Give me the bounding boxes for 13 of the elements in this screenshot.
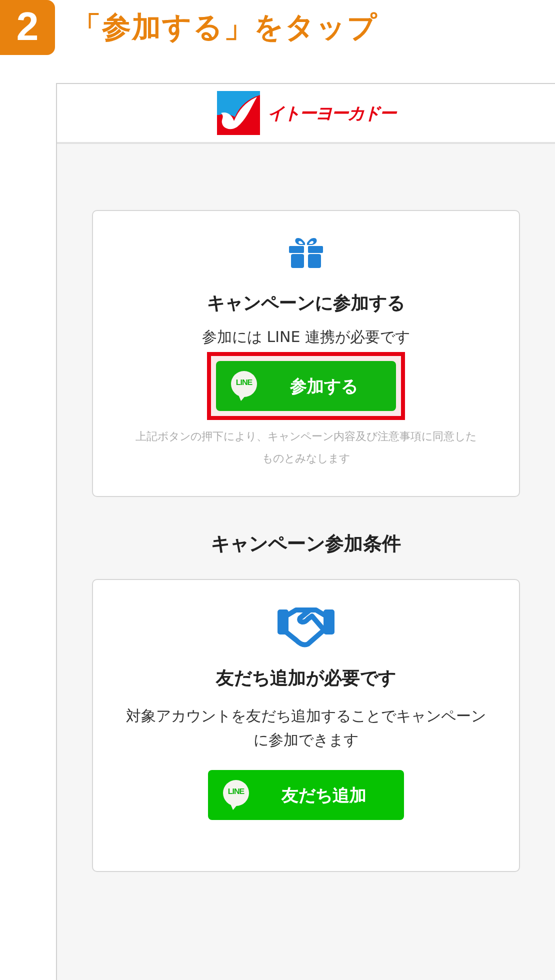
gift-icon	[288, 237, 324, 269]
consent-note: 上記ボタンの押下により、キャンペーン内容及び注意事項に同意したものとみなします	[134, 429, 478, 467]
section-heading: キャンペーン参加条件	[210, 532, 402, 557]
card-title: キャンペーンに参加する	[207, 292, 405, 315]
add-friend-button[interactable]: LINE 友だち追加	[208, 770, 404, 820]
brand-logo-text: イトーヨーカドー	[268, 102, 396, 124]
bird-logo-icon	[216, 91, 260, 135]
card-title: 友だち追加が必要です	[216, 667, 396, 690]
step-number: 2	[0, 0, 55, 55]
join-button[interactable]: LINE 参加する	[216, 361, 396, 411]
card-text: 対象アカウントを友だち追加することでキャンペーンに参加できます	[125, 706, 487, 751]
card-text: 参加には LINE 連携が必要です	[202, 327, 410, 348]
step-title: 「参加する」をタップ	[72, 8, 378, 46]
